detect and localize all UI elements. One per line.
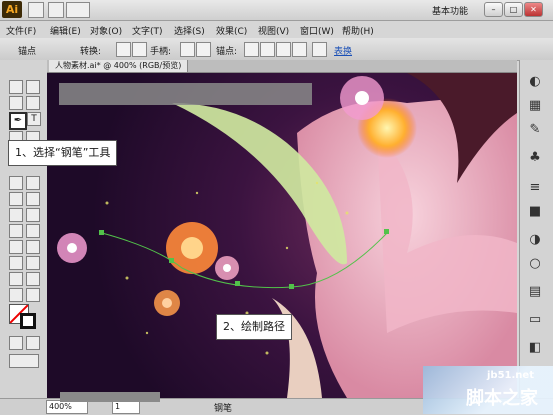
graph-tool-icon[interactable] xyxy=(26,208,40,222)
arrange-dropdown-icon[interactable] xyxy=(66,2,90,18)
menu-effect[interactable]: 效果(C) xyxy=(216,24,247,37)
handle-hide-icon[interactable] xyxy=(196,42,211,57)
artwork-canvas[interactable] xyxy=(47,73,517,398)
type-tool-icon[interactable]: T xyxy=(27,112,41,126)
convert-corner-icon[interactable] xyxy=(116,42,131,57)
callout-step2: 2、绘制路径 xyxy=(216,314,292,340)
convert-label: 转换: xyxy=(80,47,102,57)
arm-shape xyxy=(272,298,322,398)
menu-window[interactable]: 窗口(W) xyxy=(300,24,334,37)
symbols-panel-icon[interactable]: ♣ xyxy=(527,150,543,166)
scale-tool-icon[interactable] xyxy=(26,176,40,190)
eyedropper-icon[interactable] xyxy=(9,240,23,254)
artboard-tool-icon[interactable] xyxy=(9,272,23,286)
lasso-icon[interactable] xyxy=(26,96,40,110)
zoom-tool-icon[interactable] xyxy=(26,288,40,302)
artwork xyxy=(57,73,517,398)
convert-link[interactable]: 表换 xyxy=(334,44,352,57)
isolate-icon[interactable] xyxy=(292,42,307,57)
stroke-panel-icon[interactable]: ≡ xyxy=(527,180,543,196)
brushes-panel-icon[interactable]: ✎ xyxy=(527,122,543,138)
anchor2-label: 锚点: xyxy=(216,47,238,57)
screen-mode-icon[interactable] xyxy=(9,354,39,368)
app-logo: Ai xyxy=(2,1,22,18)
gradient-tool-icon[interactable] xyxy=(26,224,40,238)
flower-pink-small xyxy=(215,256,239,280)
redaction-bar-bottom xyxy=(60,392,160,402)
current-tool-name: 钢笔 xyxy=(214,404,233,414)
color-mode-icon[interactable] xyxy=(9,336,23,350)
live-paint-select-icon[interactable] xyxy=(26,256,40,270)
watermark-site: jb51.net xyxy=(487,370,534,381)
menu-edit[interactable]: 编辑(E) xyxy=(50,24,81,37)
connect-anchor-icon[interactable] xyxy=(260,42,275,57)
flower-pink-top xyxy=(340,76,384,120)
callout-step1: 1、选择“钢笔”工具 xyxy=(8,140,118,166)
watermark-name: 脚本之家 xyxy=(466,388,538,409)
bridge-icon[interactable] xyxy=(28,2,44,18)
restore-button[interactable]: □ xyxy=(504,2,523,17)
handle-show-icon[interactable] xyxy=(180,42,195,57)
menu-view[interactable]: 视图(V) xyxy=(258,24,289,37)
menu-select[interactable]: 选择(S) xyxy=(174,24,205,37)
page-field[interactable]: 1 xyxy=(112,400,140,414)
layers-panel-icon[interactable]: ▭ xyxy=(527,312,543,328)
symbol-sprayer-icon[interactable] xyxy=(9,208,23,222)
appearance-panel-icon[interactable]: ○ xyxy=(527,256,543,272)
blend-tool-icon[interactable] xyxy=(26,240,40,254)
transparency-panel-icon[interactable]: ◑ xyxy=(527,232,543,248)
gradient-mode-icon[interactable] xyxy=(26,336,40,350)
remove-anchor-icon[interactable] xyxy=(244,42,259,57)
flower-large-orange xyxy=(166,222,218,274)
menu-object[interactable]: 对象(O) xyxy=(90,24,122,37)
close-button[interactable]: ✕ xyxy=(524,2,543,17)
workspace-switcher[interactable]: 基本功能 xyxy=(432,4,468,17)
cut-path-icon[interactable] xyxy=(276,42,291,57)
minimize-button[interactable]: – xyxy=(484,2,503,17)
convert-smooth-icon[interactable] xyxy=(132,42,147,57)
arrange-docs-icon[interactable] xyxy=(48,2,64,18)
menu-type[interactable]: 文字(T) xyxy=(132,24,163,37)
gradient-panel-icon[interactable]: ■ xyxy=(527,204,543,220)
direct-selection-tool-icon[interactable] xyxy=(26,80,40,94)
tools-panel xyxy=(0,60,48,400)
magic-wand-icon[interactable] xyxy=(9,96,23,110)
rotate-tool-icon[interactable] xyxy=(9,176,23,190)
swatches-panel-icon[interactable]: ▦ xyxy=(527,98,543,114)
artboards-panel-icon[interactable]: ◧ xyxy=(527,340,543,356)
redaction-bar-top xyxy=(59,83,312,105)
slice-tool-icon[interactable] xyxy=(26,272,40,286)
color-panel-icon[interactable]: ◐ xyxy=(527,74,543,90)
live-paint-icon[interactable] xyxy=(9,256,23,270)
handles-label: 手柄: xyxy=(150,47,172,57)
flower-pink-left xyxy=(57,233,87,263)
warp-tool-icon[interactable] xyxy=(9,192,23,206)
hand-tool-icon[interactable] xyxy=(9,288,23,302)
free-transform-icon[interactable] xyxy=(26,192,40,206)
graphic-styles-panel-icon[interactable]: ▤ xyxy=(527,284,543,300)
align-icon[interactable] xyxy=(312,42,327,57)
anchor-label: 锚点 xyxy=(18,47,37,57)
document-tab[interactable]: 人物素材.ai* @ 400% (RGB/预览) xyxy=(49,60,189,72)
stroke-swatch[interactable] xyxy=(20,313,36,329)
pen-tool-icon[interactable]: ✒ xyxy=(9,112,27,130)
mesh-tool-icon[interactable] xyxy=(9,224,23,238)
menu-file[interactable]: 文件(F) xyxy=(6,24,36,37)
flower-orange-small xyxy=(154,290,180,316)
selection-tool-icon[interactable] xyxy=(9,80,23,94)
zoom-field[interactable]: 400% xyxy=(46,400,88,414)
menu-help[interactable]: 帮助(H) xyxy=(342,24,374,37)
